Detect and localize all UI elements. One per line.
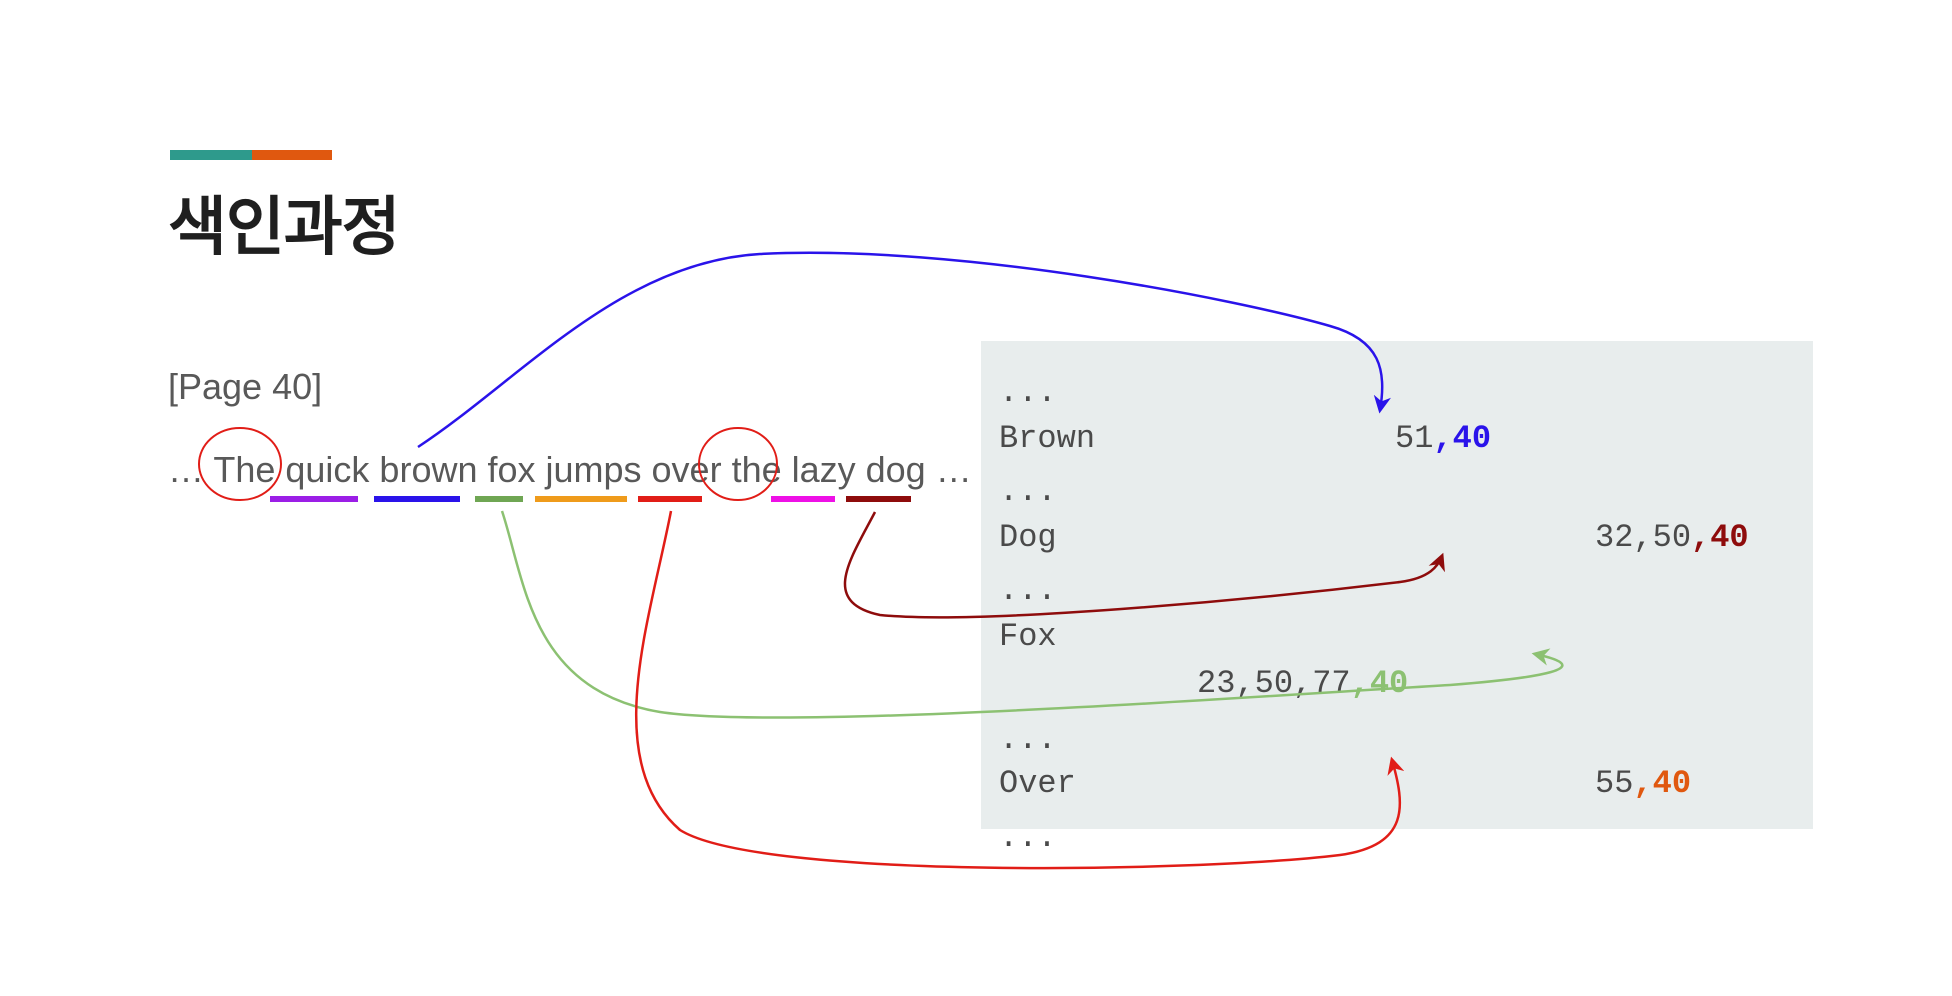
word-underlines bbox=[270, 496, 911, 502]
underline-brown bbox=[374, 496, 460, 502]
underline-over bbox=[638, 496, 702, 502]
arrow-over bbox=[634, 510, 1405, 870]
underline-quick bbox=[270, 496, 358, 502]
stopword-circle-the-1 bbox=[198, 427, 282, 501]
diagram-overlay bbox=[198, 251, 1564, 870]
underline-lazy bbox=[771, 496, 835, 502]
arrow-dog bbox=[843, 511, 1445, 619]
underline-dog bbox=[846, 496, 911, 502]
underline-fox bbox=[475, 496, 523, 502]
underline-jumps bbox=[535, 496, 627, 502]
arrow-brown bbox=[417, 251, 1392, 449]
stopword-circle-the-2 bbox=[698, 427, 778, 501]
